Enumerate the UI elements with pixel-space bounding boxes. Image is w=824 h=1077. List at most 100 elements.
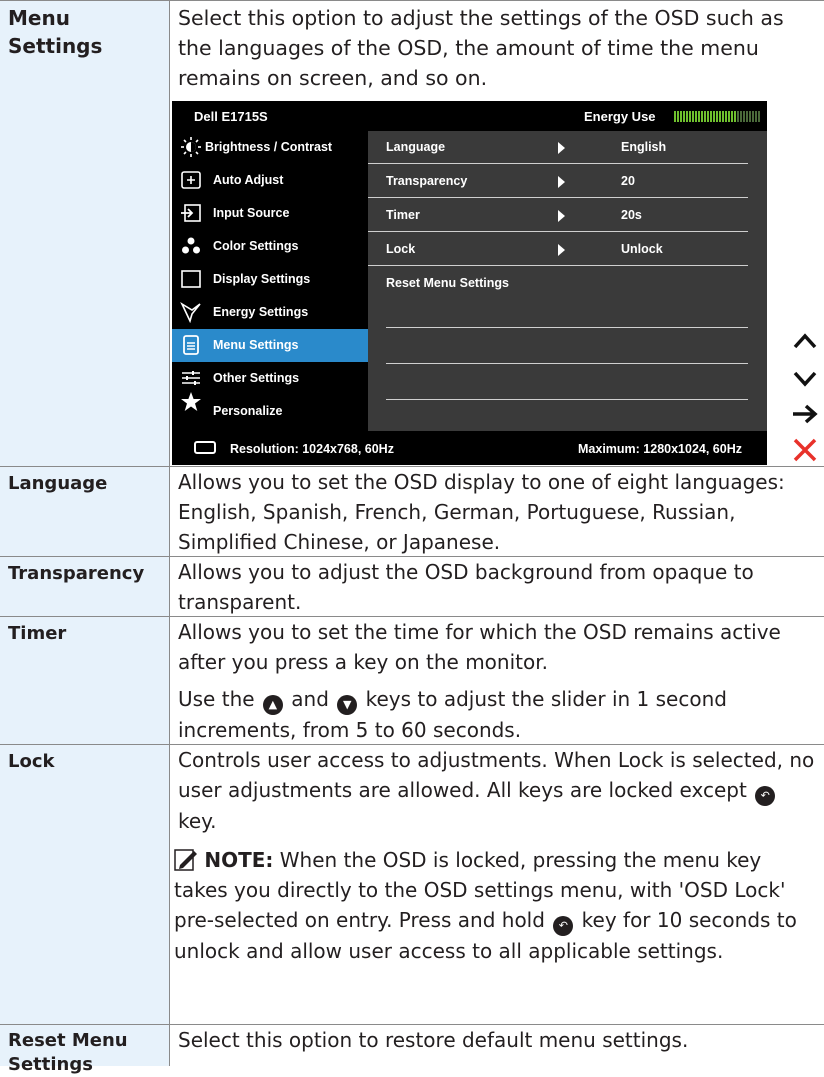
osd-menu-item-label: Color Settings [213, 239, 299, 253]
osd-option-reset-menu-settings[interactable]: Reset Menu Settings [368, 267, 748, 300]
osd-menu-item-label: Personalize [213, 404, 283, 418]
energy-bar-segment [752, 111, 754, 122]
osd-menu-item-menu-settings[interactable]: Menu Settings [172, 329, 368, 362]
osd-option-language[interactable]: Language English [368, 131, 748, 164]
osd-main-menu: Brightness / Contrast Auto Adjust Input … [172, 131, 368, 431]
up-key-icon: ▲ [262, 695, 283, 715]
table-row-language: Language Allows you to set the OSD displ… [0, 466, 824, 556]
menu-settings-icon [183, 335, 199, 355]
pencil-note-icon [174, 849, 197, 871]
row-label-line: Reset Menu [8, 1030, 128, 1051]
brightness-icon [181, 137, 201, 157]
osd-option-value: English [621, 140, 667, 154]
back-key-icon: ↶ [755, 786, 776, 806]
energy-bar-segment [710, 111, 712, 122]
close-icon[interactable] [790, 435, 820, 465]
osd-menu-item-personalize[interactable]: Personalize [172, 392, 368, 428]
osd-option-lock[interactable]: Lock Unlock [368, 233, 748, 266]
row-label: Language [0, 467, 169, 556]
energy-bar-segment [755, 111, 757, 122]
table-row-reset-menu-settings: Reset Menu Settings Select this option t… [0, 1024, 824, 1075]
table-row-menu-settings: Menu Settings Select this option to adju… [0, 0, 824, 466]
energy-bar-segment [722, 111, 724, 122]
energy-bar-segment [686, 111, 688, 122]
energy-bar-segment [737, 111, 739, 122]
energy-bar-segment [695, 111, 697, 122]
energy-bar-segment [713, 111, 715, 122]
row-label: Timer [0, 617, 169, 744]
energy-bar-segment [758, 111, 760, 122]
osd-option-name: Transparency [386, 174, 468, 188]
osd-menu-item-input-source[interactable]: Input Source [172, 197, 368, 230]
down-arrow-icon[interactable] [790, 363, 820, 393]
energy-bar-segment [716, 111, 718, 122]
table-row-transparency: Transparency Allows you to adjust the OS… [0, 556, 824, 616]
energy-bar-segment [746, 111, 748, 122]
energy-bar-segment [743, 111, 745, 122]
row-label-line: Settings [8, 1054, 93, 1075]
osd-menu-item-label: Input Source [213, 206, 290, 220]
energy-bar-segment [734, 111, 736, 122]
osd-option-value: 20s [621, 208, 642, 222]
osd-menu-item-brightness-contrast[interactable]: Brightness / Contrast [172, 131, 368, 164]
osd-option-value: Unlock [621, 242, 663, 256]
osd-menu-item-auto-adjust[interactable]: Auto Adjust [172, 164, 368, 197]
energy-bar-segment [692, 111, 694, 122]
osd-header: Dell E1715S Energy Use [172, 101, 767, 131]
energy-bar-segment [704, 111, 706, 122]
osd-maximum-resolution: Maximum: 1280x1024, 60Hz [578, 442, 742, 456]
energy-bar-segment [707, 111, 709, 122]
osd-divider [386, 363, 748, 364]
osd-menu-item-label: Auto Adjust [213, 173, 284, 187]
osd-energy-label: Energy Use [584, 109, 656, 124]
osd-option-name: Lock [386, 242, 416, 256]
note-label: NOTE: [204, 848, 274, 872]
osd-option-name: Reset Menu Settings [386, 276, 509, 290]
osd-footer: Resolution: 1024x768, 60Hz Maximum: 1280… [172, 431, 767, 465]
arrow-right-icon [558, 142, 565, 154]
row-description: Select this option to adjust the setting… [178, 6, 784, 90]
osd-menu-item-label: Display Settings [213, 272, 311, 286]
table-column-divider [169, 0, 170, 1066]
energy-bar-segment [728, 111, 730, 122]
text-fragment: key. [178, 809, 217, 833]
row-label: Transparency [0, 557, 169, 616]
osd-menu-item-color-settings[interactable]: Color Settings [172, 230, 368, 263]
arrow-right-icon [558, 176, 565, 188]
back-key-icon: ↶ [553, 916, 574, 936]
arrow-right-icon [558, 210, 565, 222]
row-label: Lock [0, 745, 169, 1024]
osd-option-transparency[interactable]: Transparency 20 [368, 165, 748, 198]
osd-divider [386, 327, 748, 328]
row-label: Menu Settings [0, 1, 169, 466]
energy-bar-segment [677, 111, 679, 122]
energy-bar-segment [683, 111, 685, 122]
osd-menu-item-label: Menu Settings [213, 338, 299, 352]
energy-bar-segment [719, 111, 721, 122]
energy-bar-segment [740, 111, 742, 122]
text-fragment: and [291, 687, 329, 711]
color-settings-icon [182, 237, 200, 254]
osd-option-value: 20 [621, 174, 635, 188]
star-icon [181, 392, 201, 411]
energy-settings-icon [180, 301, 201, 323]
osd-option-timer[interactable]: Timer 20s [368, 199, 748, 232]
energy-bar-segment [725, 111, 727, 122]
right-arrow-icon[interactable] [790, 399, 820, 429]
row-description: Allows you to set the OSD display to one… [178, 470, 785, 554]
osd-menu-item-energy-settings[interactable]: Energy Settings [172, 296, 368, 329]
energy-bar-segment [674, 111, 676, 122]
row-description: Select this option to restore default me… [178, 1028, 689, 1052]
osd-model-name: Dell E1715S [194, 109, 268, 124]
row-description: Allows you to adjust the OSD background … [178, 560, 754, 614]
row-description: Controls user access to adjustments. Whe… [178, 745, 818, 836]
energy-bar-segment [698, 111, 700, 122]
osd-option-name: Timer [386, 208, 420, 222]
arrow-right-icon [558, 244, 565, 256]
osd-resolution: Resolution: 1024x768, 60Hz [230, 442, 394, 456]
osd-menu-item-display-settings[interactable]: Display Settings [172, 263, 368, 296]
energy-bar-segment [731, 111, 733, 122]
text-fragment: keys to adjust the slider in 1 second in… [178, 687, 727, 742]
up-arrow-icon[interactable] [790, 327, 820, 357]
other-settings-icon [182, 371, 200, 385]
